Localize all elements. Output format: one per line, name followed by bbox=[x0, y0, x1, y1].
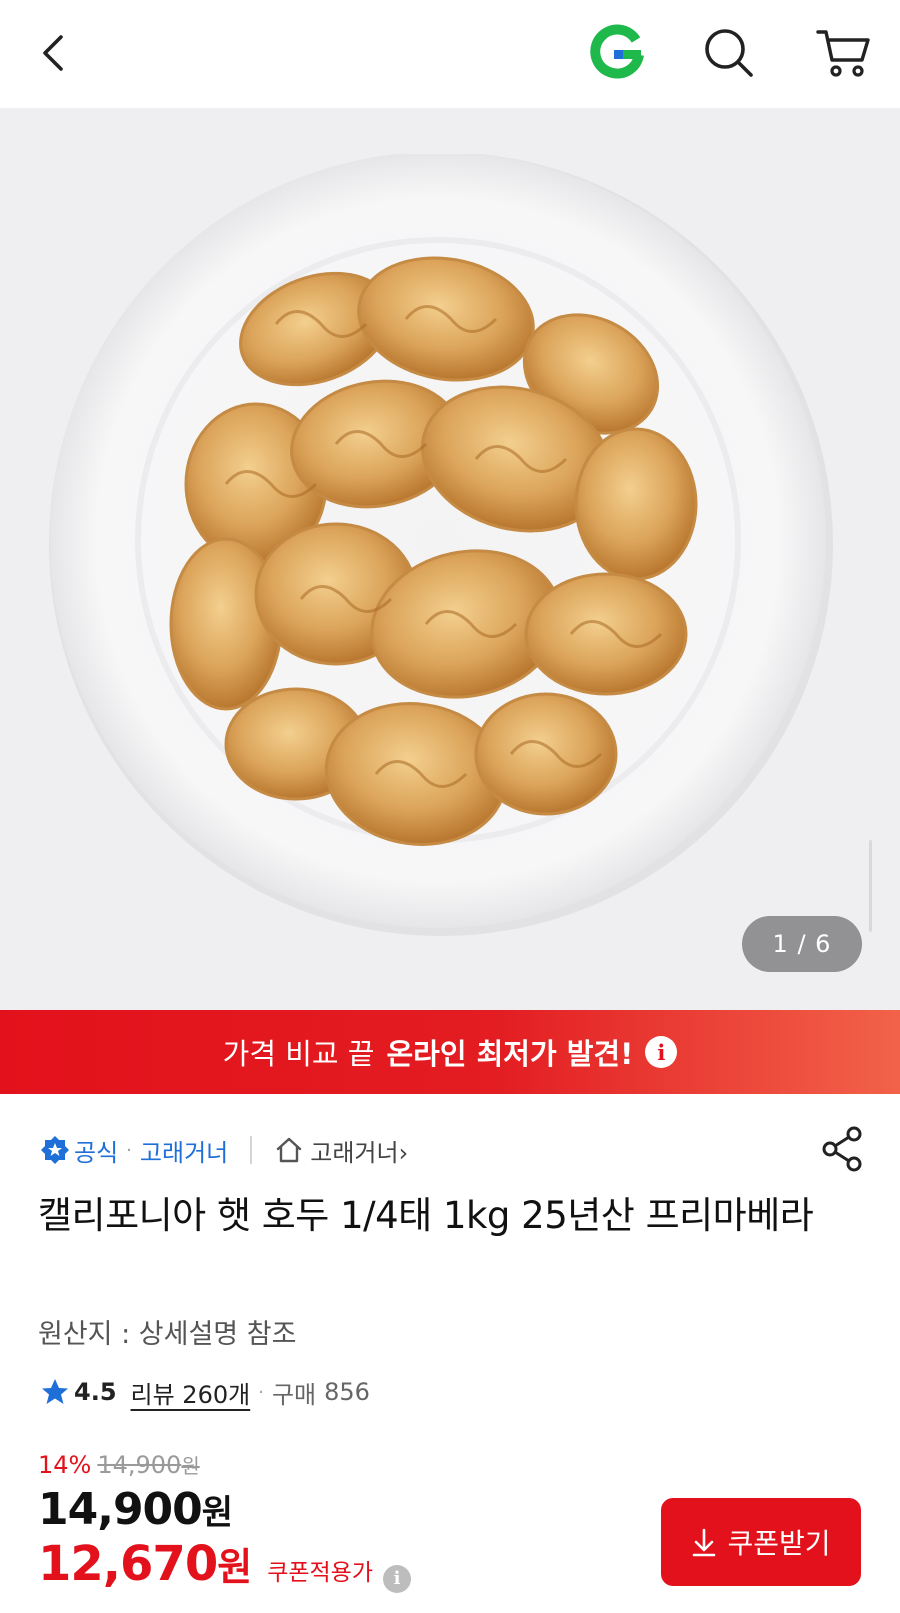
product-photo-walnuts bbox=[49, 154, 833, 936]
rating-row: 4.5 리뷰 260개 · 구매 856 bbox=[40, 1372, 370, 1412]
coupon-price-unit: 원 bbox=[217, 1545, 252, 1589]
sale-price: 14,900원 bbox=[38, 1484, 233, 1535]
search-icon bbox=[705, 29, 753, 77]
coupon-price-row: 12,670원 쿠폰적용가 i bbox=[38, 1536, 412, 1593]
divider bbox=[250, 1136, 253, 1164]
discount-row: 14% 14,900 원 bbox=[38, 1450, 200, 1479]
lowest-price-banner[interactable]: 가격 비교 끝 온라인 최저가 발견! i bbox=[0, 1010, 900, 1094]
purchase-count: 856 bbox=[324, 1378, 370, 1406]
product-info-section: 공식 · 고래거너 고래거너› 캘리포니아 햇 호두 1/4태 1kg 25년산… bbox=[0, 1094, 900, 1613]
seller-row: 공식 · 고래거너 고래거너› bbox=[40, 1130, 408, 1170]
coupon-applied-label: 쿠폰적용가 bbox=[267, 1560, 374, 1586]
original-price-unit: 원 bbox=[181, 1454, 200, 1478]
promo-text-bold: 온라인 최저가 발견! bbox=[386, 1037, 634, 1071]
gallery-scroll-indicator bbox=[869, 840, 872, 932]
gmarket-home-button[interactable] bbox=[582, 18, 652, 88]
store-name: 고래거너 bbox=[310, 1138, 399, 1167]
origin-text: 원산지 : 상세설명 참조 bbox=[38, 1319, 297, 1350]
gmarket-logo-icon bbox=[590, 24, 644, 79]
info-icon[interactable]: i bbox=[383, 1564, 412, 1593]
share-icon bbox=[822, 1126, 862, 1172]
product-image-carousel[interactable]: 1 / 6 bbox=[0, 108, 900, 1010]
chevron-left-icon bbox=[43, 35, 63, 71]
seller-name-link[interactable]: 고래거너 bbox=[140, 1133, 228, 1168]
image-counter-badge: 1 / 6 bbox=[742, 916, 862, 972]
sale-price-value: 14,900 bbox=[38, 1484, 203, 1535]
official-badge-icon bbox=[41, 1136, 69, 1164]
product-title: 캘리포니아 햇 호두 1/4태 1kg 25년산 프리마베라 bbox=[38, 1194, 814, 1237]
back-button[interactable] bbox=[20, 18, 90, 88]
coupon-price-value: 12,670 bbox=[38, 1536, 218, 1592]
dot-separator: · bbox=[126, 1139, 132, 1161]
search-button[interactable] bbox=[694, 18, 764, 88]
cart-button[interactable] bbox=[808, 18, 878, 88]
store-home-icon bbox=[277, 1137, 302, 1163]
top-app-bar bbox=[0, 0, 900, 108]
sale-price-unit: 원 bbox=[201, 1493, 233, 1533]
cart-icon bbox=[816, 30, 870, 77]
info-icon[interactable]: i bbox=[645, 1036, 678, 1068]
chevron-right-icon: › bbox=[398, 1138, 409, 1167]
review-link[interactable]: 리뷰 260개 bbox=[131, 1375, 251, 1410]
discount-percent: 14% bbox=[38, 1451, 92, 1479]
original-price: 14,900 bbox=[97, 1451, 182, 1479]
rating-value: 4.5 bbox=[74, 1378, 117, 1406]
download-icon bbox=[693, 1528, 716, 1557]
star-icon bbox=[42, 1379, 68, 1404]
share-button[interactable] bbox=[818, 1124, 868, 1174]
official-label: 공식 bbox=[74, 1138, 119, 1167]
dot-separator: · bbox=[258, 1381, 264, 1403]
store-link[interactable]: 고래거너› bbox=[310, 1133, 408, 1168]
coupon-price: 12,670원 bbox=[38, 1536, 252, 1592]
get-coupon-label: 쿠폰받기 bbox=[727, 1527, 831, 1560]
get-coupon-button[interactable]: 쿠폰받기 bbox=[661, 1498, 861, 1586]
promo-text-regular: 가격 비교 끝 bbox=[222, 1037, 375, 1071]
purchase-label: 구매 bbox=[271, 1380, 317, 1409]
